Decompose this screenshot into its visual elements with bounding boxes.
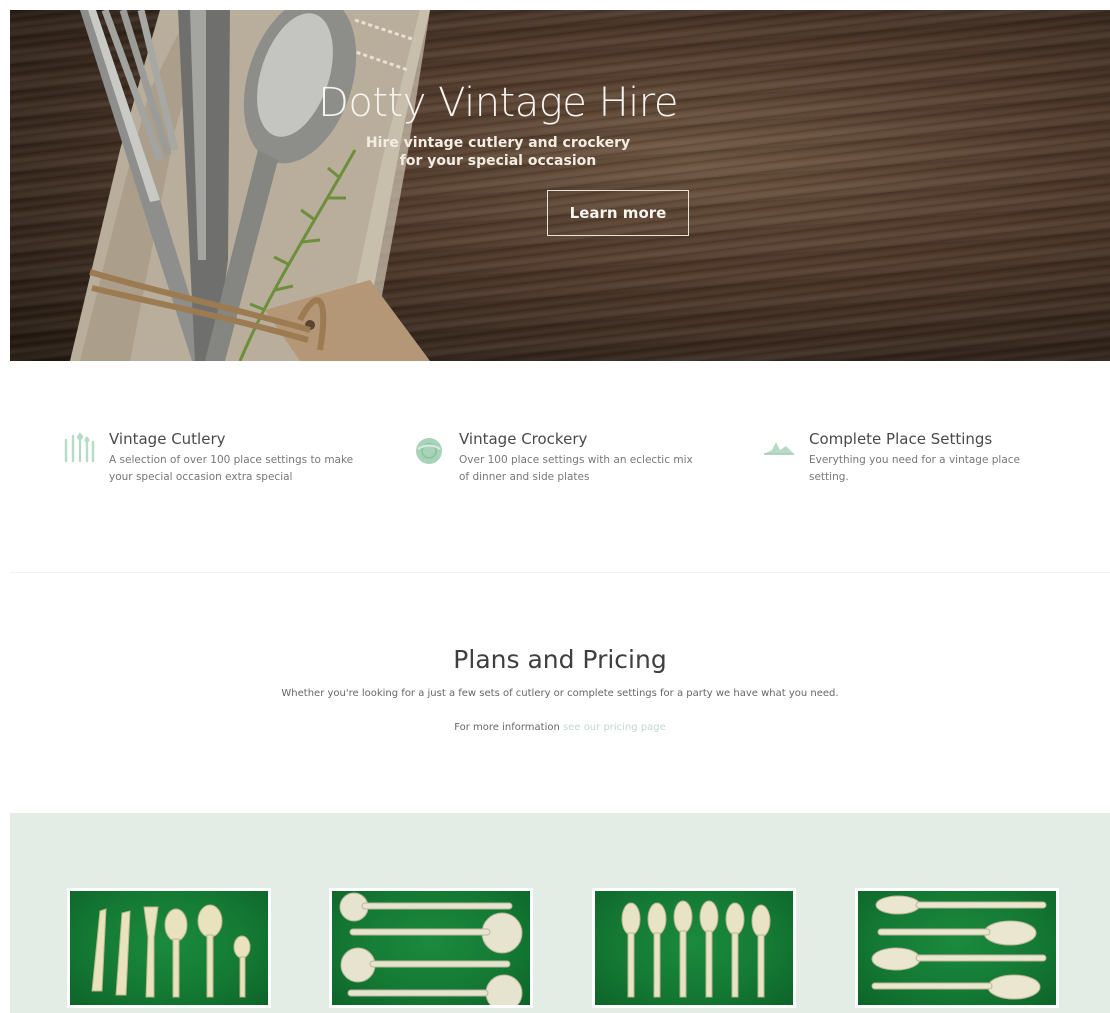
pricing-page-link[interactable]: see our pricing page	[563, 722, 666, 733]
plate-icon	[416, 438, 442, 464]
feature-title: Vintage Crockery	[459, 430, 588, 448]
cutlery-icon	[64, 432, 95, 463]
place-setting-icon	[764, 442, 794, 455]
pricing-more-info: For more information see our pricing pag…	[10, 722, 1110, 733]
learn-more-button[interactable]: Learn more	[547, 190, 689, 236]
gallery-photo-cutlery-set[interactable]	[67, 888, 271, 1008]
feature-title: Vintage Cutlery	[109, 430, 226, 448]
gallery-photo-serving-spoons[interactable]	[855, 888, 1059, 1008]
feature-vintage-crockery: Vintage Crockery Over 100 place settings…	[412, 430, 712, 486]
cutlery-set-image	[91, 904, 251, 998]
pricing-title: Plans and Pricing	[453, 645, 667, 674]
cutlery-photo	[70, 10, 430, 361]
feature-complete-place-settings: Complete Place Settings Everything you n…	[762, 430, 1062, 486]
feature-text: Everything you need for a vintage place …	[809, 454, 1020, 483]
gallery-photo-ladles[interactable]	[329, 888, 533, 1008]
feature-text: A selection of over 100 place settings t…	[109, 454, 354, 483]
feature-text: Over 100 place settings with an eclectic…	[459, 454, 693, 483]
hero-subtitle: Hire vintage cutlery and crockery for yo…	[10, 134, 1110, 170]
feature-title: Complete Place Settings	[809, 430, 993, 448]
gallery-photo-teaspoons[interactable]	[592, 888, 796, 1008]
hero-subtitle-line-2: for your special occasion	[399, 153, 597, 169]
pricing-description: Whether you're looking for a just a few …	[281, 688, 839, 699]
hero-subtitle-line-1: Hire vintage cutlery and crockery	[365, 135, 631, 151]
pricing-more-prefix: For more information	[454, 722, 560, 733]
serving-spoons-image	[871, 895, 1047, 1000]
hero-title: Dotty Vintage Hire	[318, 80, 678, 126]
section-divider	[10, 572, 1110, 573]
feature-vintage-cutlery: Vintage Cutlery A selection of over 100 …	[62, 430, 362, 486]
teaspoons-image	[621, 900, 771, 998]
ladles-image	[339, 892, 523, 1005]
hero-banner: Dotty Vintage Hire Hire vintage cutlery …	[10, 10, 1110, 361]
